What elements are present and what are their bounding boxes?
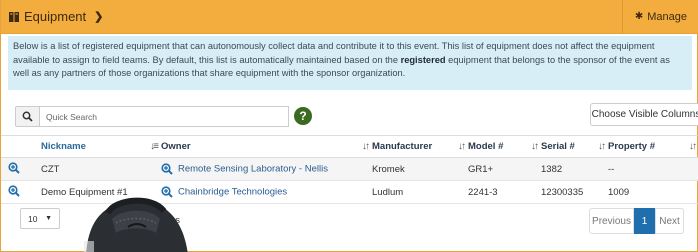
cell-owner: Chainbridge Technologies xyxy=(161,180,372,204)
sort-icon: ↓↑ xyxy=(362,141,370,152)
pagination: Previous 1 Next xyxy=(589,208,684,234)
next-page-button[interactable]: Next xyxy=(655,208,684,234)
cell-nickname: CZT xyxy=(41,157,161,181)
table-row: Demo Equipment #1 Chainbridge Technologi… xyxy=(1,180,698,204)
gear-icon: ✱ xyxy=(634,11,644,22)
previous-page-button[interactable]: Previous xyxy=(589,208,634,234)
cell-serial: 12300335 xyxy=(541,180,608,204)
manage-label: Manage xyxy=(647,10,687,23)
manage-button[interactable]: ✱ Manage xyxy=(621,0,698,34)
chevron-down-icon: ❯ xyxy=(94,11,104,23)
cell-nickname: Demo Equipment #1 xyxy=(41,180,161,204)
equipment-panel: Equipment ❯ ✱ Manage Below is a list of … xyxy=(0,0,698,252)
search-button[interactable] xyxy=(15,106,39,127)
column-header-manufacturer[interactable]: Manufacturer ↓↑ xyxy=(372,135,468,158)
page-length-select[interactable]: 10 ▼ xyxy=(20,208,60,229)
owner-link[interactable]: Remote Sensing Laboratory - Nellis xyxy=(178,164,328,175)
zoom-in-icon[interactable] xyxy=(161,186,173,198)
column-header-nickname[interactable]: Nickname ↓≡ xyxy=(41,135,161,158)
cell-serial: 1382 xyxy=(541,157,608,181)
column-header-model[interactable]: Model # ↓↑ xyxy=(468,135,541,158)
sort-icon: ↓↑ xyxy=(458,141,466,152)
cell-model: GR1+ xyxy=(468,157,541,181)
page-1-button[interactable]: 1 xyxy=(634,208,655,234)
zoom-in-icon[interactable] xyxy=(161,163,173,175)
help-icon[interactable]: ? xyxy=(294,107,312,125)
column-header-property[interactable]: Property # ↓↑ xyxy=(608,135,698,158)
search-icon xyxy=(22,111,33,122)
cell-property: 1009 xyxy=(608,180,698,204)
cell-manufacturer: Ludlum xyxy=(372,180,468,204)
column-header-serial[interactable]: Serial # ↓↑ xyxy=(541,135,608,158)
book-icon xyxy=(8,11,20,23)
cell-owner: Remote Sensing Laboratory - Nellis xyxy=(161,157,372,181)
equipment-collapse-toggle[interactable]: Equipment ❯ xyxy=(1,9,103,24)
cell-property: -- xyxy=(608,157,698,181)
cell-manufacturer: Kromek xyxy=(372,157,468,181)
table-toolbar: ? Choose Visible Columns xyxy=(8,103,698,128)
info-text-bold: registered xyxy=(400,54,446,65)
quick-search-input[interactable] xyxy=(39,106,289,127)
owner-link[interactable]: Chainbridge Technologies xyxy=(178,187,287,198)
table-header-row: Nickname ↓≡ Owner ↓↑ Manufacturer ↓↑ Model … xyxy=(1,135,698,158)
sort-icon: ↓↑ xyxy=(598,141,606,152)
info-message: Below is a list of registered equipment … xyxy=(8,36,692,90)
equipment-table: Nickname ↓≡ Owner ↓↑ Manufacturer ↓↑ Model … xyxy=(1,135,698,204)
caret-down-icon: ▼ xyxy=(45,215,52,222)
sort-icon: ↓↑ xyxy=(689,141,697,152)
cell-model: 2241-3 xyxy=(468,180,541,204)
table-footer: 10 ▼ es Previous 1 Next xyxy=(1,205,698,235)
column-header-actions xyxy=(1,135,41,158)
sort-asc-icon: ↓≡ xyxy=(150,141,159,152)
page-length-value: 10 xyxy=(28,213,38,224)
panel-title: Equipment xyxy=(24,9,87,24)
sort-icon: ↓↑ xyxy=(531,141,539,152)
zoom-in-icon[interactable] xyxy=(8,161,20,174)
choose-visible-columns-button[interactable]: Choose Visible Columns xyxy=(590,103,698,126)
zoom-in-icon[interactable] xyxy=(8,184,20,197)
page-length-label: es xyxy=(170,215,181,226)
column-header-owner[interactable]: Owner ↓↑ xyxy=(161,135,372,158)
panel-header: Equipment ❯ ✱ Manage xyxy=(1,0,698,34)
table-row: CZT Remote Sensing Laboratory - Nellis K… xyxy=(1,157,698,181)
